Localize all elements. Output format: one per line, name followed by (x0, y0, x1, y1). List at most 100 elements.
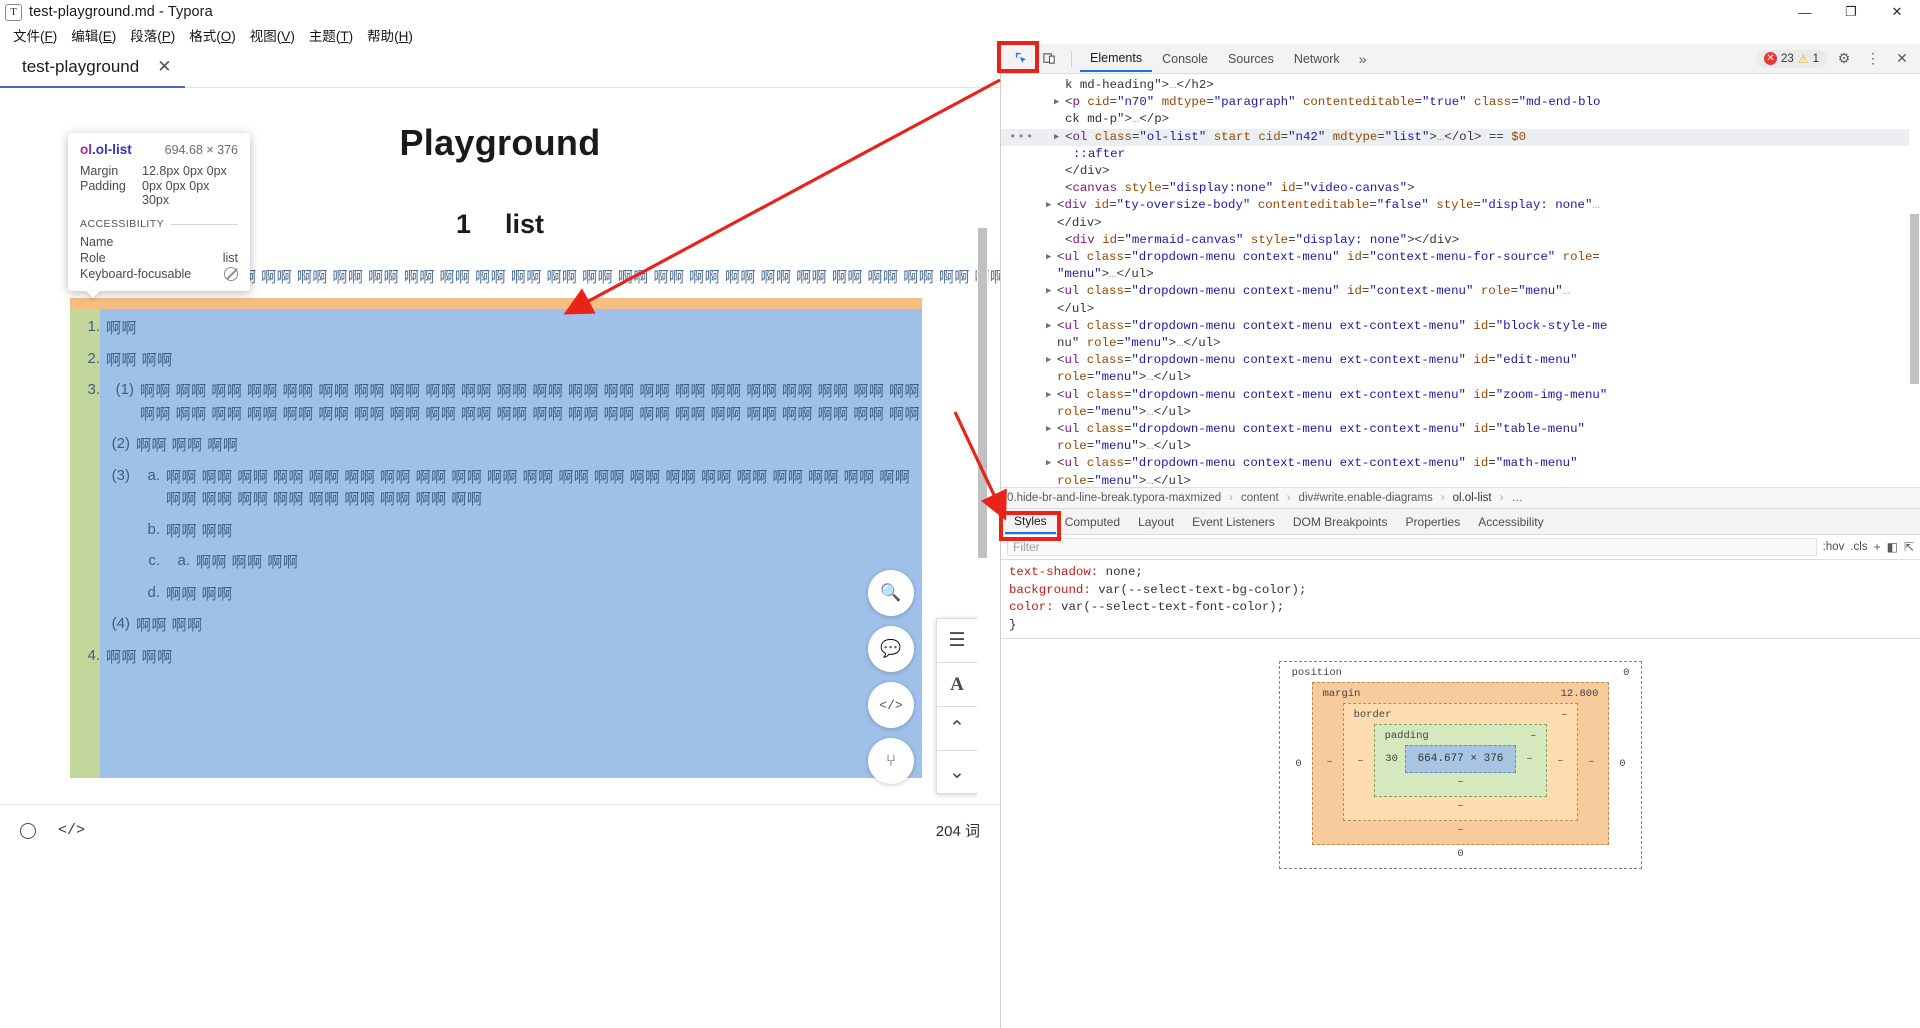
dom-node-line[interactable]: ck md-p">…</p> (1001, 111, 1920, 128)
dom-node-line[interactable]: ▶ <ul class="dropdown-menu context-menu e… (1001, 387, 1920, 404)
dom-node-line[interactable]: ▶ <ul class="dropdown-menu context-menu e… (1001, 318, 1920, 335)
chevron-right-icon[interactable]: ▶ (1046, 197, 1051, 214)
outline-icon[interactable]: ☰ (936, 618, 978, 662)
dom-node-line[interactable]: ▶ <div id="ty-oversize-body" contentedita… (1001, 197, 1920, 214)
css-property[interactable]: color: (1009, 600, 1054, 614)
list-item[interactable]: (4) 啊啊 啊啊 (76, 606, 922, 638)
dom-node-line[interactable]: </div> (1001, 215, 1920, 232)
dom-node-line[interactable]: nu" role="menu">…</ul> (1001, 335, 1920, 352)
branch-icon[interactable]: ⑂ (868, 738, 914, 784)
tab-console[interactable]: Console (1152, 46, 1218, 71)
menu-theme[interactable]: 主题(T) (302, 23, 360, 47)
new-style-rule-icon[interactable]: + (1874, 540, 1881, 554)
dom-node-line[interactable]: "menu">…</ul> (1001, 266, 1920, 283)
dom-node-line[interactable]: role="menu">…</ul> (1001, 473, 1920, 487)
close-icon[interactable]: ✕ (157, 57, 171, 77)
devtools-scrollbar-thumb[interactable] (1910, 214, 1919, 384)
expand-icon[interactable]: ⇱ (1904, 540, 1914, 554)
chevron-right-icon[interactable]: ▶ (1046, 352, 1051, 369)
breadcrumb[interactable]: 0.hide-br-and-line-break.typora-maxmized… (1001, 487, 1920, 509)
breadcrumb-item[interactable]: div#write.enable-diagrams (1299, 492, 1433, 504)
chevron-right-icon[interactable]: ▶ (1046, 455, 1051, 472)
list-item[interactable]: 2. 啊啊 啊啊 (76, 341, 922, 373)
css-property[interactable]: background: (1009, 583, 1091, 597)
box-border-top[interactable]: – (1561, 709, 1567, 721)
tab-properties[interactable]: Properties (1397, 510, 1470, 533)
dom-node-line[interactable]: role="menu">…</ul> (1001, 404, 1920, 421)
box-model-border[interactable]: border – – padding – 30 664.677 × 376 – … (1342, 703, 1579, 821)
code-icon[interactable]: </> (868, 682, 914, 728)
box-margin-bottom[interactable]: – (1323, 824, 1599, 836)
chevron-right-icon[interactable]: ▶ (1046, 249, 1051, 266)
css-declaration[interactable]: background: var(--select-text-bg-color); (1009, 582, 1920, 600)
cls-toggle[interactable]: .cls (1850, 541, 1867, 553)
chevron-right-icon[interactable]: ▶ (1054, 94, 1059, 111)
box-padding-right[interactable]: – (1522, 753, 1536, 765)
dom-node-line[interactable]: ▶ <p cid="n70" mdtype="paragraph" content… (1001, 94, 1920, 111)
box-padding-top[interactable]: – (1530, 730, 1536, 742)
tab-styles[interactable]: Styles (1005, 509, 1056, 534)
editor-scrollbar[interactable] (977, 88, 988, 804)
dom-node-line[interactable]: ▶ <ul class="dropdown-menu context-menu e… (1001, 455, 1920, 472)
list-item[interactable]: (3) a. 啊啊 啊啊 啊啊 啊啊 啊啊 啊啊 啊啊 啊啊 啊啊 啊啊 啊啊 … (76, 458, 922, 512)
box-model-margin[interactable]: margin 12.800 – border – – padding – 30 … (1311, 682, 1610, 845)
breadcrumb-item[interactable]: 0.hide-br-and-line-break.typora-maxmized (1007, 492, 1221, 504)
close-button[interactable]: ✕ (1874, 0, 1920, 24)
dom-node-badge[interactable]: ••• (1009, 129, 1034, 146)
dom-node-line[interactable]: ▶ <ul class="dropdown-menu context-menu" … (1001, 249, 1920, 266)
box-margin-right[interactable]: – (1584, 756, 1598, 768)
css-property[interactable]: text-shadow: (1009, 565, 1098, 579)
chevron-right-icon[interactable]: ▶ (1046, 318, 1051, 335)
dom-node-line[interactable]: ••• ▶ <ol class="ol-list" start cid="n42" … (1001, 128, 1920, 146)
list-item[interactable]: c. a. 啊啊 啊啊 啊啊 (76, 543, 922, 575)
chevron-down-icon[interactable]: ⌄ (936, 750, 978, 794)
comment-icon[interactable]: 💬 (868, 626, 914, 672)
box-border-right[interactable]: – (1553, 755, 1567, 767)
box-border-bottom[interactable]: – (1354, 800, 1568, 812)
dom-node-line[interactable]: k md-heading">…</h2> (1001, 77, 1920, 94)
list-item[interactable]: 1. 啊啊 (76, 309, 922, 341)
box-position-left[interactable]: 0 (1292, 758, 1306, 770)
breadcrumb-item[interactable]: … (1511, 492, 1523, 504)
minimize-button[interactable]: — (1782, 0, 1828, 24)
box-padding-bottom[interactable]: – (1385, 776, 1537, 788)
tab-event-listeners[interactable]: Event Listeners (1183, 510, 1284, 533)
tab-computed[interactable]: Computed (1056, 510, 1129, 533)
box-margin-top[interactable]: 12.800 (1561, 688, 1599, 700)
menu-format[interactable]: 格式(O) (182, 23, 243, 47)
gear-icon[interactable]: ⚙ (1832, 47, 1856, 71)
dom-node-line[interactable]: ▶ <ul class="dropdown-menu context-menu e… (1001, 352, 1920, 369)
box-position-top[interactable]: 0 (1623, 667, 1629, 679)
dom-node-line[interactable]: ::after (1001, 146, 1920, 163)
close-devtools-icon[interactable]: ✕ (1890, 47, 1914, 71)
box-margin-left[interactable]: – (1323, 756, 1337, 768)
kebab-menu-icon[interactable]: ⋮ (1861, 47, 1885, 71)
list-item[interactable]: d. 啊啊 啊啊 (76, 575, 922, 607)
breadcrumb-item[interactable]: content (1241, 492, 1279, 504)
menu-file[interactable]: 文件(F) (6, 23, 64, 47)
css-declaration[interactable]: text-shadow: none; (1009, 564, 1920, 582)
css-declaration[interactable]: } (1009, 617, 1920, 635)
tab-dom-breakpoints[interactable]: DOM Breakpoints (1284, 510, 1397, 533)
menu-help[interactable]: 帮助(H) (360, 23, 420, 47)
dom-node-line[interactable]: ▶ <ul class="dropdown-menu context-menu" … (1001, 283, 1920, 300)
css-value[interactable]: var(--select-text-font-color); (1054, 600, 1284, 614)
font-icon[interactable]: A (936, 662, 978, 706)
hov-toggle[interactable]: :hov (1823, 541, 1845, 553)
chevron-up-icon[interactable]: ⌃ (936, 706, 978, 750)
box-model-padding[interactable]: padding – 30 664.677 × 376 – – (1373, 724, 1548, 797)
tab-sources[interactable]: Sources (1218, 46, 1284, 71)
box-border-left[interactable]: – (1354, 755, 1368, 767)
menu-edit[interactable]: 编辑(E) (64, 23, 123, 47)
dom-node-line[interactable]: role="menu">…</ul> (1001, 438, 1920, 455)
chevron-right-icon[interactable]: ▶ (1046, 283, 1051, 300)
computed-sidebar-icon[interactable]: ◧ (1887, 540, 1898, 554)
menu-paragraph[interactable]: 段落(P) (123, 23, 182, 47)
editor-scrollbar-thumb[interactable] (978, 228, 987, 558)
tab-elements[interactable]: Elements (1080, 45, 1153, 72)
css-declaration[interactable]: color: var(--select-text-font-color); (1009, 599, 1920, 617)
dom-node-line[interactable]: <canvas style="display:none" id="video-c… (1001, 180, 1920, 197)
tab-layout[interactable]: Layout (1129, 510, 1183, 533)
css-value[interactable]: var(--select-text-bg-color); (1091, 583, 1306, 597)
chevron-right-icon[interactable]: ▶ (1046, 387, 1051, 404)
